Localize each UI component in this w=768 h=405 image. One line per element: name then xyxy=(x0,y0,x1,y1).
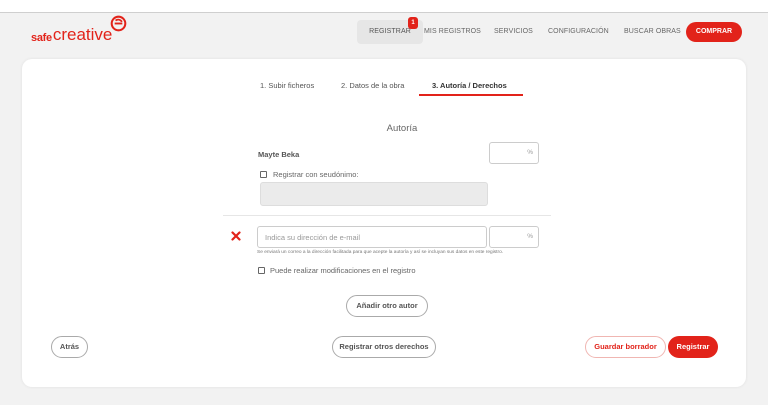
nav-servicios[interactable]: SERVICIOS xyxy=(494,28,533,35)
save-draft-button[interactable]: Guardar borrador xyxy=(585,336,666,358)
browser-top-strip xyxy=(0,0,768,13)
author1-percent-field[interactable]: % xyxy=(489,142,539,164)
nav-mis-registros[interactable]: MIS REGISTROS xyxy=(424,28,481,35)
can-modify-checkbox[interactable] xyxy=(258,267,265,274)
section-title: Autoría xyxy=(386,123,418,134)
tab-autoria-derechos[interactable]: 3. Autoría / Derechos xyxy=(432,81,507,90)
register-button[interactable]: Registrar xyxy=(668,336,718,358)
add-author-button[interactable]: Añadir otro autor xyxy=(346,295,428,317)
author-email-input[interactable] xyxy=(257,226,487,248)
logo-creative-text: creative xyxy=(52,25,113,44)
pseudonym-label: Registrar con seudónimo: xyxy=(273,170,359,179)
tab-subir-ficheros[interactable]: 1. Subir ficheros xyxy=(260,81,314,90)
logo-mark-icon xyxy=(110,15,127,32)
register-other-rights-button[interactable]: Registrar otros derechos xyxy=(332,336,436,358)
safe-creative-logo[interactable]: safe creative xyxy=(31,15,127,44)
comprar-button[interactable]: COMPRAR xyxy=(686,22,742,42)
author-divider xyxy=(223,215,551,216)
pseudonym-input[interactable] xyxy=(260,182,488,206)
active-tab-underline xyxy=(419,94,523,96)
registration-card: 1. Subir ficheros 2. Datos de la obra 3.… xyxy=(22,59,746,387)
back-button[interactable]: Atrás xyxy=(51,336,88,358)
nav-configuracion[interactable]: CONFIGURACIÓN xyxy=(548,28,609,35)
pseudonym-checkbox[interactable] xyxy=(260,171,267,178)
can-modify-label: Puede realizar modificaciones en el regi… xyxy=(270,266,416,275)
tab-datos-obra[interactable]: 2. Datos de la obra xyxy=(341,81,404,90)
logo-safe-text: safe xyxy=(31,32,52,44)
nav-buscar-obras[interactable]: BUSCAR OBRAS xyxy=(624,28,681,35)
registrar-badge: 1 xyxy=(408,17,418,29)
email-help-text: Se enviará un correo a la dirección faci… xyxy=(257,250,504,255)
close-x-icon[interactable] xyxy=(231,231,241,241)
author2-percent-field[interactable]: % xyxy=(489,226,539,248)
author-name: Mayte Beka xyxy=(258,150,300,159)
site-header: safe creative REGISTRAR 1 MIS REGISTROS … xyxy=(13,13,755,51)
